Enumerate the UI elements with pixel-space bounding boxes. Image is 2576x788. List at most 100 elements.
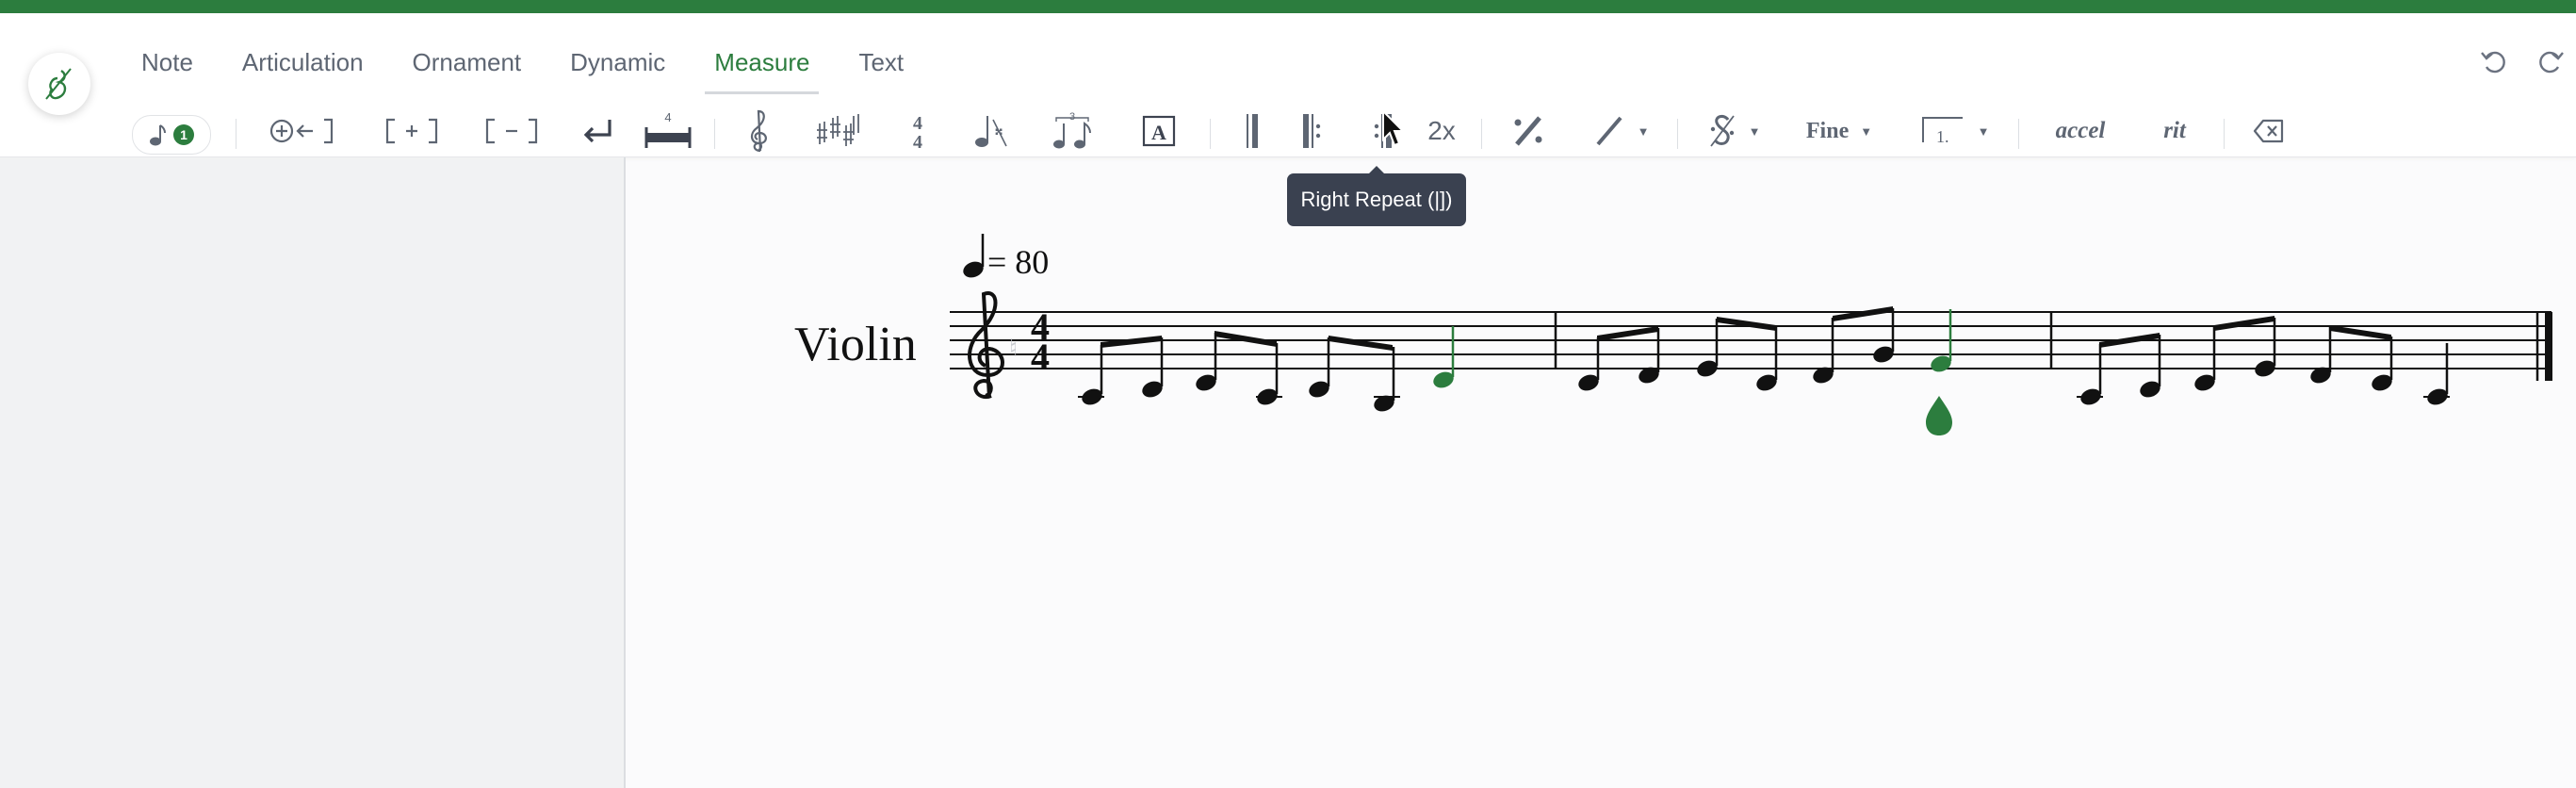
repeat-count-label: 2x — [1427, 116, 1456, 145]
left-repeat-button[interactable] — [1295, 109, 1329, 153]
note — [1257, 388, 1278, 405]
measure-2 — [1578, 306, 1952, 435]
svg-text:4: 4 — [913, 132, 922, 152]
redo-icon[interactable] — [2535, 45, 2567, 77]
chevron-down-icon: ▼ — [1637, 123, 1650, 139]
key-signature-button[interactable] — [814, 109, 861, 153]
add-measure-button[interactable] — [381, 109, 443, 153]
line-break-button[interactable] — [575, 109, 622, 153]
time-signature-button[interactable]: 44 — [901, 109, 935, 153]
tab-measure[interactable]: Measure — [690, 26, 834, 94]
note — [2310, 367, 2331, 384]
tab-dynamic[interactable]: Dynamic — [546, 26, 690, 94]
note — [1639, 367, 1659, 384]
treble-clef — [968, 291, 1004, 400]
repeat-count-button[interactable]: 2x — [1421, 109, 1462, 153]
barlines — [1554, 312, 2552, 381]
slash-icon — [1596, 116, 1622, 146]
treble-clef-icon — [750, 109, 767, 153]
note — [2194, 374, 2215, 391]
note — [2080, 388, 2101, 405]
voice-selector[interactable]: 1 — [132, 115, 211, 155]
pickup-icon: 𝄪 — [975, 116, 1007, 147]
left-repeat-icon — [1303, 114, 1321, 148]
ending-dropdown[interactable]: 1. ▼ — [1907, 109, 2001, 153]
ghost-accidental: ♮ — [1009, 335, 1018, 363]
double-barline-icon — [1247, 114, 1258, 148]
svg-text:A: A — [1151, 121, 1166, 144]
tuplet-icon: 3 — [1053, 111, 1091, 149]
note — [1309, 381, 1329, 398]
tempo-marking: = 80 — [963, 234, 1049, 281]
tab-text[interactable]: Text — [834, 26, 928, 94]
fine-dropdown[interactable]: Fine ▼ — [1790, 109, 1888, 153]
svg-text:4: 4 — [1031, 305, 1050, 348]
instrument-name: Violin — [794, 318, 917, 371]
slash-notation-dropdown[interactable]: ▼ — [1583, 109, 1658, 153]
text-box-button[interactable]: A — [1140, 109, 1178, 153]
svg-text:3: 3 — [1069, 111, 1075, 123]
note — [1873, 346, 1894, 363]
note — [1142, 381, 1163, 398]
tuplet-button[interactable]: 3 — [1050, 109, 1095, 153]
rit-label: rit — [2163, 118, 2186, 143]
backspace-icon — [2253, 119, 2284, 143]
delete-button[interactable] — [2246, 109, 2291, 153]
note — [1374, 395, 1394, 412]
category-tabs: Note Articulation Ornament Dynamic Measu… — [117, 26, 928, 94]
input-caret-drop-icon — [1926, 396, 1952, 435]
note — [2255, 360, 2275, 377]
tempo-value: = 80 — [987, 243, 1049, 281]
mouse-pointer-icon — [1382, 109, 1406, 147]
add-measure-icon — [385, 118, 438, 144]
note — [2140, 381, 2160, 398]
measure-repeat-icon — [1514, 116, 1542, 146]
note — [1196, 374, 1216, 391]
staff — [950, 311, 2552, 369]
chevron-down-icon: ▼ — [1748, 123, 1761, 139]
note — [2372, 374, 2392, 391]
violin-logo-icon[interactable] — [28, 53, 90, 115]
key-sharps-icon — [817, 114, 859, 146]
voice-badge: 1 — [173, 124, 194, 145]
remove-measure-button[interactable] — [481, 109, 543, 153]
note — [1578, 374, 1599, 391]
accel-label: accel — [2055, 118, 2106, 143]
measure-repeat-button[interactable] — [1508, 109, 1549, 153]
measure-width-button[interactable]: 4 — [641, 109, 695, 153]
note — [2427, 388, 2448, 405]
segno-dropdown[interactable]: ▼ — [1696, 109, 1771, 153]
segno-icon — [1709, 114, 1735, 147]
insert-before-icon — [269, 118, 334, 144]
top-accent-strip — [0, 0, 2576, 13]
svg-text:4: 4 — [913, 113, 922, 134]
undo-icon[interactable] — [2478, 45, 2510, 77]
measure-3 — [2077, 316, 2450, 405]
note — [1082, 388, 1102, 405]
pickup-measure-button[interactable]: 𝄪 — [970, 109, 1012, 153]
note — [1697, 360, 1718, 377]
insert-measure-before-button[interactable] — [266, 109, 337, 153]
clef-button[interactable] — [739, 109, 780, 153]
selected-note — [1931, 355, 1951, 372]
line-break-icon — [583, 120, 611, 143]
volta-ending-icon: 1. — [1921, 117, 1963, 146]
time-signature-icon: 44 — [913, 113, 922, 152]
remove-measure-icon — [485, 118, 538, 144]
double-barline-button[interactable] — [1234, 109, 1268, 153]
tab-articulation[interactable]: Articulation — [218, 26, 388, 94]
rit-button[interactable]: rit — [2146, 109, 2203, 153]
time-signature: 4 4 — [1031, 305, 1050, 378]
svg-text:4: 4 — [1031, 336, 1050, 378]
chevron-down-icon: ▼ — [1860, 123, 1873, 139]
chevron-down-icon: ▼ — [1977, 123, 1990, 139]
accel-button[interactable]: accel — [2043, 109, 2118, 153]
selected-note — [1433, 371, 1454, 388]
svg-text:1.: 1. — [1936, 127, 1949, 146]
text-box-icon: A — [1142, 115, 1176, 147]
tab-note[interactable]: Note — [117, 26, 218, 94]
app-header: Note Articulation Ornament Dynamic Measu… — [0, 13, 2576, 157]
left-panel — [0, 157, 626, 788]
tooltip: Right Repeat (|]) — [1287, 166, 1466, 226]
tab-ornament[interactable]: Ornament — [388, 26, 546, 94]
